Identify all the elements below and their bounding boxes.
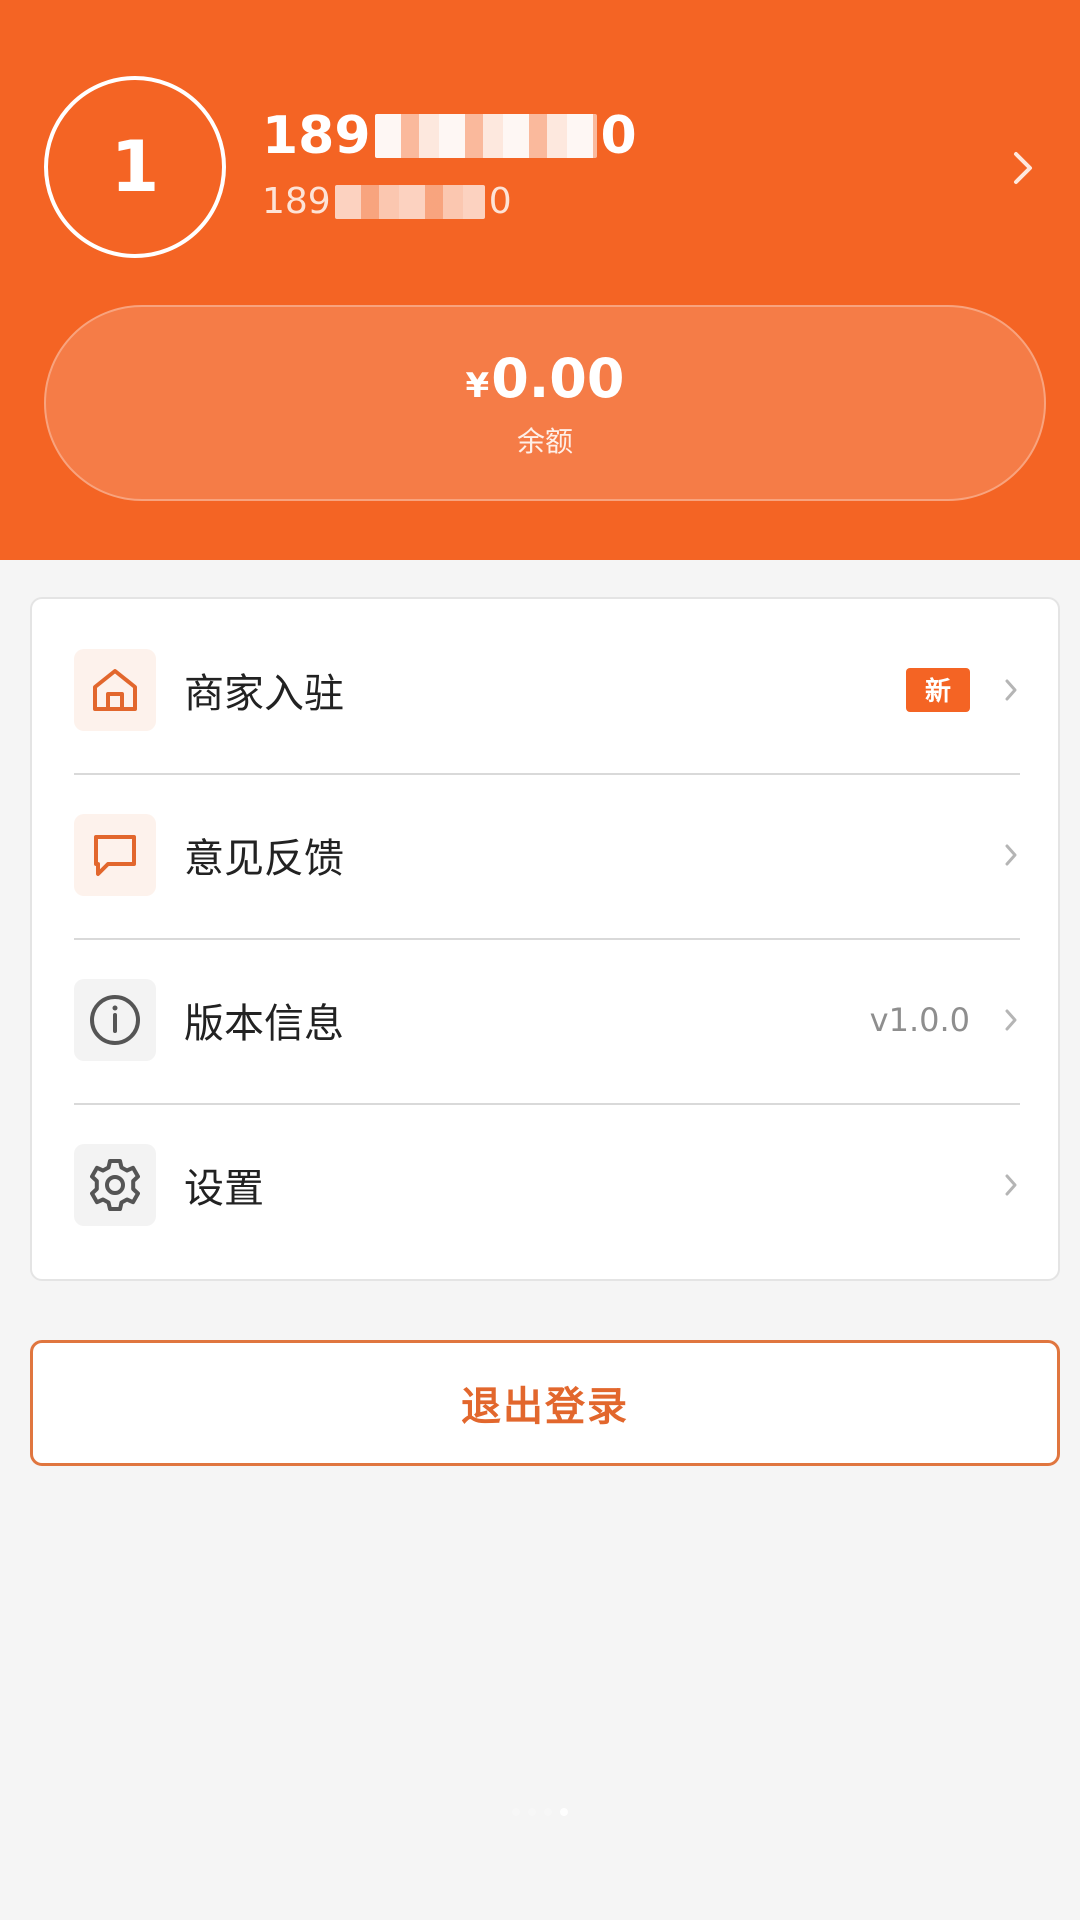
menu-item-label: 商家入驻: [184, 670, 344, 717]
balance-amount: ¥0.00: [466, 347, 625, 418]
user-phone: 189 0: [262, 180, 512, 224]
page-dot: [528, 1808, 536, 1816]
menu-item-settings[interactable]: 设置: [32, 1102, 1058, 1267]
page-dot: [512, 1808, 520, 1816]
avatar-text: 1: [110, 126, 160, 208]
gear-icon: [90, 1158, 140, 1211]
user-phone-start: 189: [262, 181, 331, 222]
gear-icon-tile: [74, 1143, 156, 1226]
chevron-right-icon: [1005, 1174, 1017, 1195]
balance-label: 余额: [516, 424, 573, 458]
privacy-mosaic-small: [334, 185, 485, 219]
chevron-right-icon: [1005, 1009, 1017, 1030]
menu-item-version-info[interactable]: 版本信息 v1.0.0: [32, 937, 1058, 1102]
user-phone-end: 0: [488, 181, 512, 222]
chevron-right-icon[interactable]: [1010, 148, 1038, 188]
info-icon-tile: [74, 978, 156, 1061]
menu-item-label: 版本信息: [184, 1000, 344, 1047]
page-indicator: [500, 1808, 580, 1822]
user-name[interactable]: 189 0: [262, 104, 637, 168]
info-icon: [90, 994, 140, 1045]
menu-item-right: 新: [906, 667, 1058, 712]
store-icon-tile: [74, 648, 156, 731]
page-dot: [560, 1808, 568, 1816]
privacy-mosaic: [374, 114, 597, 158]
page-dot: [544, 1808, 552, 1816]
menu-card: 商家入驻 新 意见反馈 版本信息 v1.0.0 设置: [30, 597, 1060, 1281]
menu-item-label: 意见反馈: [184, 835, 344, 882]
menu-item-right: v1.0.0: [870, 1001, 1058, 1039]
menu-item-label: 设置: [184, 1165, 264, 1212]
currency-symbol: ¥: [465, 365, 490, 406]
store-icon: [93, 668, 137, 711]
balance-card[interactable]: ¥0.00 余额: [44, 305, 1046, 501]
avatar[interactable]: 1: [44, 76, 226, 258]
message-icon-tile: [74, 813, 156, 896]
new-badge: 新: [906, 667, 970, 712]
logout-button[interactable]: 退出登录: [30, 1340, 1060, 1466]
menu-item-merchant-join[interactable]: 商家入驻 新: [32, 607, 1058, 772]
balance-value: 0.00: [491, 346, 625, 410]
menu-item-right: [1004, 843, 1058, 867]
message-icon: [94, 834, 136, 876]
chevron-right-icon: [1005, 844, 1017, 865]
menu-item-right: [1004, 1173, 1058, 1197]
user-name-end: 0: [600, 106, 637, 166]
profile-header: 1 189 0 189 0 ¥0.00 余额: [0, 0, 1080, 560]
menu-item-feedback[interactable]: 意见反馈: [32, 772, 1058, 937]
chevron-right-icon: [1005, 679, 1017, 700]
user-name-start: 189: [262, 106, 371, 166]
version-number: v1.0.0: [869, 1000, 970, 1039]
